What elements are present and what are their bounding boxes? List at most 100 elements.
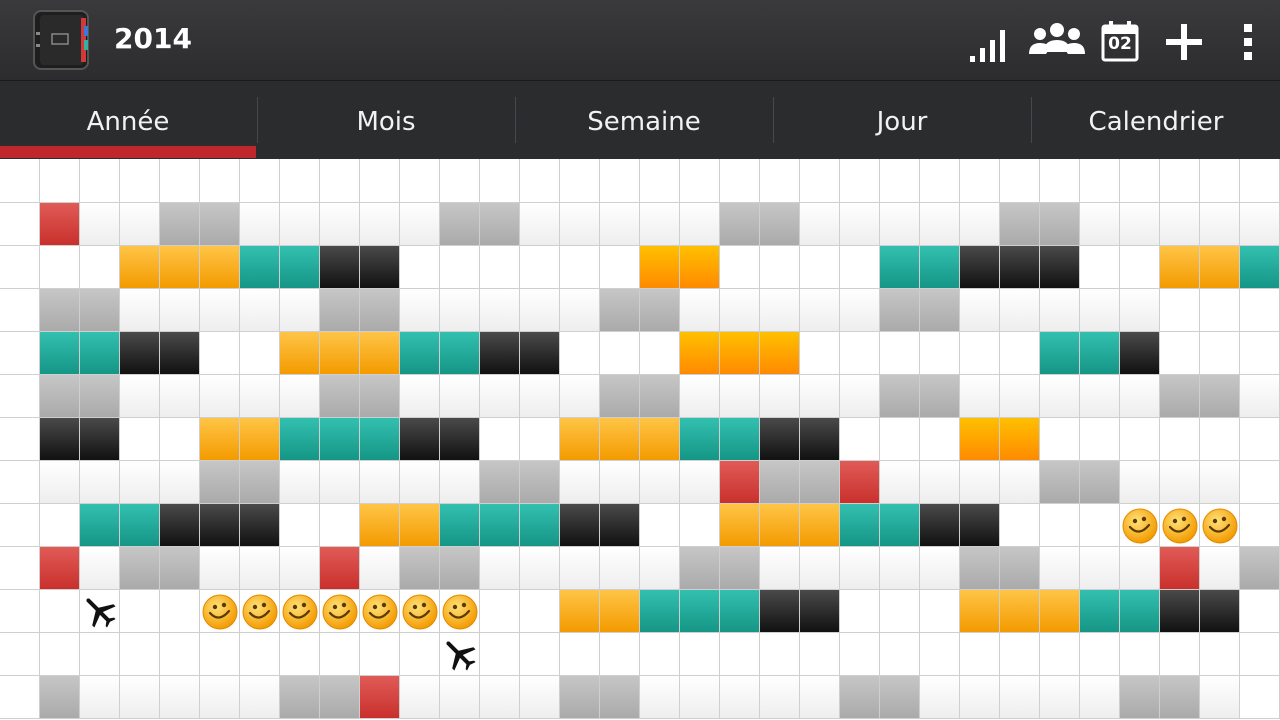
empty-shift-cell[interactable] <box>920 590 960 633</box>
empty-shift-cell[interactable] <box>960 633 1000 676</box>
weekday-cell[interactable] <box>1200 676 1240 719</box>
weekday-cell[interactable] <box>360 547 400 590</box>
weekday-cell[interactable] <box>1120 289 1160 332</box>
empty-shift-cell[interactable] <box>520 590 560 633</box>
shift-cell[interactable] <box>1000 246 1040 289</box>
tab-mois[interactable]: Mois <box>258 81 514 159</box>
travel-cell[interactable] <box>80 590 120 633</box>
shift-cell[interactable] <box>80 332 120 375</box>
empty-shift-cell[interactable] <box>520 418 560 461</box>
empty-shift-cell[interactable] <box>880 633 920 676</box>
empty-shift-cell[interactable] <box>280 504 320 547</box>
shift-cell[interactable] <box>1000 590 1040 633</box>
shift-cell[interactable] <box>1160 590 1200 633</box>
weekday-cell[interactable] <box>320 547 360 590</box>
empty-shift-cell[interactable] <box>1120 246 1160 289</box>
weekday-cell[interactable] <box>1160 461 1200 504</box>
empty-shift-cell[interactable] <box>120 590 160 633</box>
year-grid[interactable] <box>0 159 1280 720</box>
weekday-cell[interactable] <box>120 375 160 418</box>
weekday-cell[interactable] <box>960 375 1000 418</box>
shift-cell[interactable] <box>200 504 240 547</box>
weekday-cell[interactable] <box>280 289 320 332</box>
weekday-cell[interactable] <box>40 461 80 504</box>
weekday-cell[interactable] <box>400 547 440 590</box>
empty-shift-cell[interactable] <box>1160 332 1200 375</box>
shift-cell[interactable] <box>200 246 240 289</box>
empty-shift-cell[interactable] <box>760 246 800 289</box>
weekday-cell[interactable] <box>800 375 840 418</box>
weekday-cell[interactable] <box>120 203 160 246</box>
shift-cell[interactable] <box>200 418 240 461</box>
weekday-cell[interactable] <box>160 547 200 590</box>
weekday-cell[interactable] <box>920 676 960 719</box>
shift-cell[interactable] <box>400 504 440 547</box>
weekday-cell[interactable] <box>640 461 680 504</box>
weekday-cell[interactable] <box>1040 289 1080 332</box>
shift-cell[interactable] <box>680 246 720 289</box>
shift-cell[interactable] <box>680 418 720 461</box>
weekday-cell[interactable] <box>840 547 880 590</box>
shift-cell[interactable] <box>160 332 200 375</box>
holiday-cell[interactable] <box>320 590 360 633</box>
weekday-cell[interactable] <box>240 203 280 246</box>
empty-shift-cell[interactable] <box>680 633 720 676</box>
weekday-cell[interactable] <box>560 676 600 719</box>
weekday-cell[interactable] <box>800 289 840 332</box>
shift-cell[interactable] <box>960 418 1000 461</box>
empty-shift-cell[interactable] <box>160 418 200 461</box>
app-logo-icon[interactable] <box>32 10 92 70</box>
shift-cell[interactable] <box>40 332 80 375</box>
tab-calendrier[interactable]: Calendrier <box>1032 81 1280 159</box>
weekday-cell[interactable] <box>480 289 520 332</box>
weekday-cell[interactable] <box>480 461 520 504</box>
weekday-cell[interactable] <box>760 203 800 246</box>
empty-shift-cell[interactable] <box>1160 633 1200 676</box>
weekday-cell[interactable] <box>320 289 360 332</box>
empty-shift-cell[interactable] <box>840 590 880 633</box>
weekday-cell[interactable] <box>280 461 320 504</box>
weekday-cell[interactable] <box>1200 461 1240 504</box>
weekday-cell[interactable] <box>560 203 600 246</box>
empty-shift-cell[interactable] <box>120 633 160 676</box>
holiday-cell[interactable] <box>440 590 480 633</box>
weekday-cell[interactable] <box>120 676 160 719</box>
empty-shift-cell[interactable] <box>1040 418 1080 461</box>
weekday-cell[interactable] <box>160 375 200 418</box>
weekday-cell[interactable] <box>1120 461 1160 504</box>
shift-cell[interactable] <box>480 504 520 547</box>
weekday-cell[interactable] <box>400 375 440 418</box>
weekday-cell[interactable] <box>360 289 400 332</box>
weekday-cell[interactable] <box>880 547 920 590</box>
empty-shift-cell[interactable] <box>1120 633 1160 676</box>
weekday-cell[interactable] <box>840 461 880 504</box>
weekday-cell[interactable] <box>240 547 280 590</box>
weekday-cell[interactable] <box>920 547 960 590</box>
shift-cell[interactable] <box>1120 332 1160 375</box>
weekday-cell[interactable] <box>800 547 840 590</box>
weekday-cell[interactable] <box>1080 676 1120 719</box>
shift-cell[interactable] <box>120 332 160 375</box>
weekday-cell[interactable] <box>440 375 480 418</box>
shift-cell[interactable] <box>720 504 760 547</box>
overflow-menu-icon[interactable] <box>1238 18 1258 66</box>
weekday-cell[interactable] <box>720 375 760 418</box>
holiday-cell[interactable] <box>1200 504 1240 547</box>
add-icon[interactable] <box>1162 18 1206 66</box>
weekday-cell[interactable] <box>1080 547 1120 590</box>
weekday-cell[interactable] <box>80 676 120 719</box>
weekday-cell[interactable] <box>480 676 520 719</box>
weekday-cell[interactable] <box>280 203 320 246</box>
shift-cell[interactable] <box>640 418 680 461</box>
weekday-cell[interactable] <box>920 461 960 504</box>
weekday-cell[interactable] <box>1000 547 1040 590</box>
weekday-cell[interactable] <box>1040 547 1080 590</box>
empty-shift-cell[interactable] <box>640 633 680 676</box>
empty-shift-cell[interactable] <box>480 418 520 461</box>
weekday-cell[interactable] <box>640 375 680 418</box>
weekday-cell[interactable] <box>520 676 560 719</box>
shift-cell[interactable] <box>800 590 840 633</box>
weekday-cell[interactable] <box>920 289 960 332</box>
weekday-cell[interactable] <box>640 203 680 246</box>
empty-shift-cell[interactable] <box>120 418 160 461</box>
